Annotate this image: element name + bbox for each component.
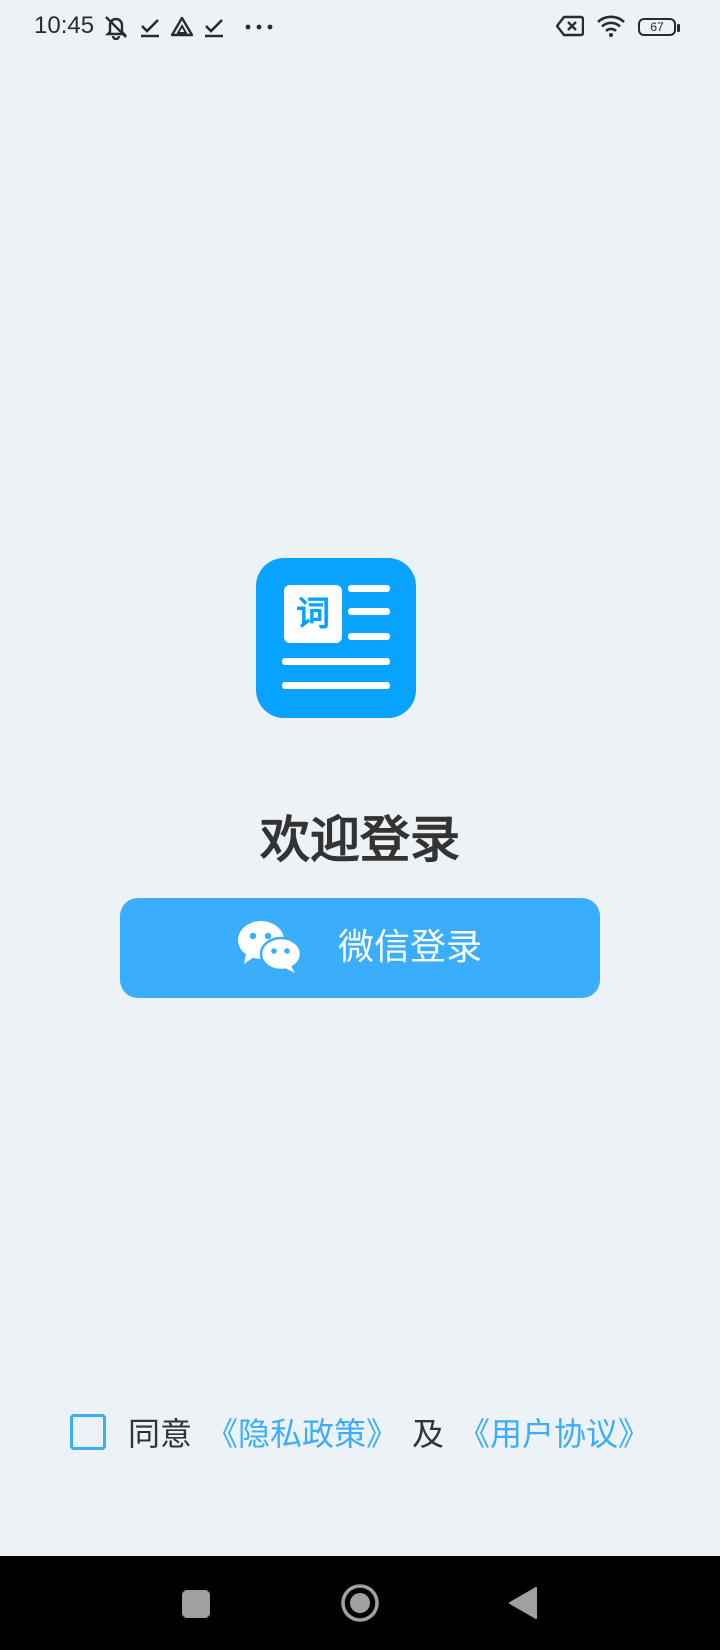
agree-prefix: 同意	[128, 1415, 193, 1453]
logo-line	[348, 608, 390, 615]
check-icon	[202, 15, 226, 39]
logo-line	[348, 585, 390, 592]
logo-line	[282, 682, 390, 689]
recent-apps-icon[interactable]	[182, 1590, 210, 1618]
wechat-login-button[interactable]: 微信登录	[120, 898, 600, 998]
agree-connector: 及	[412, 1415, 445, 1453]
drive-icon	[170, 15, 194, 39]
wechat-icon	[236, 918, 303, 978]
bell-off-icon	[102, 14, 130, 40]
home-icon[interactable]	[340, 1583, 380, 1623]
back-icon[interactable]	[508, 1586, 538, 1620]
logo-char-box: 词	[284, 585, 342, 643]
battery-icon: 67	[638, 17, 682, 39]
page-title: 欢迎登录	[260, 811, 460, 869]
check-icon	[138, 15, 162, 39]
battery-level: 67	[650, 20, 664, 34]
status-left-icons	[102, 14, 274, 40]
wifi-icon	[596, 14, 626, 42]
logo-char: 词	[296, 594, 330, 634]
app-logo: 词	[256, 558, 416, 718]
agree-checkbox[interactable]	[70, 1414, 106, 1450]
privacy-policy-link[interactable]: 《隐私政策》	[206, 1409, 398, 1455]
status-right-icons: 67	[555, 14, 682, 42]
agreement-row: 同意 《隐私政策》 及 《用户协议》	[70, 1409, 650, 1455]
more-dots-icon	[244, 15, 274, 39]
wechat-login-label: 微信登录	[338, 927, 483, 968]
logo-line	[282, 658, 390, 665]
navigation-bar	[0, 1556, 720, 1650]
status-bar: 10:45 67	[0, 0, 720, 56]
user-agreement-link[interactable]: 《用户协议》	[458, 1409, 650, 1455]
sim-disabled-icon	[555, 15, 585, 41]
status-time: 10:45	[34, 12, 95, 39]
logo-line	[348, 633, 390, 640]
